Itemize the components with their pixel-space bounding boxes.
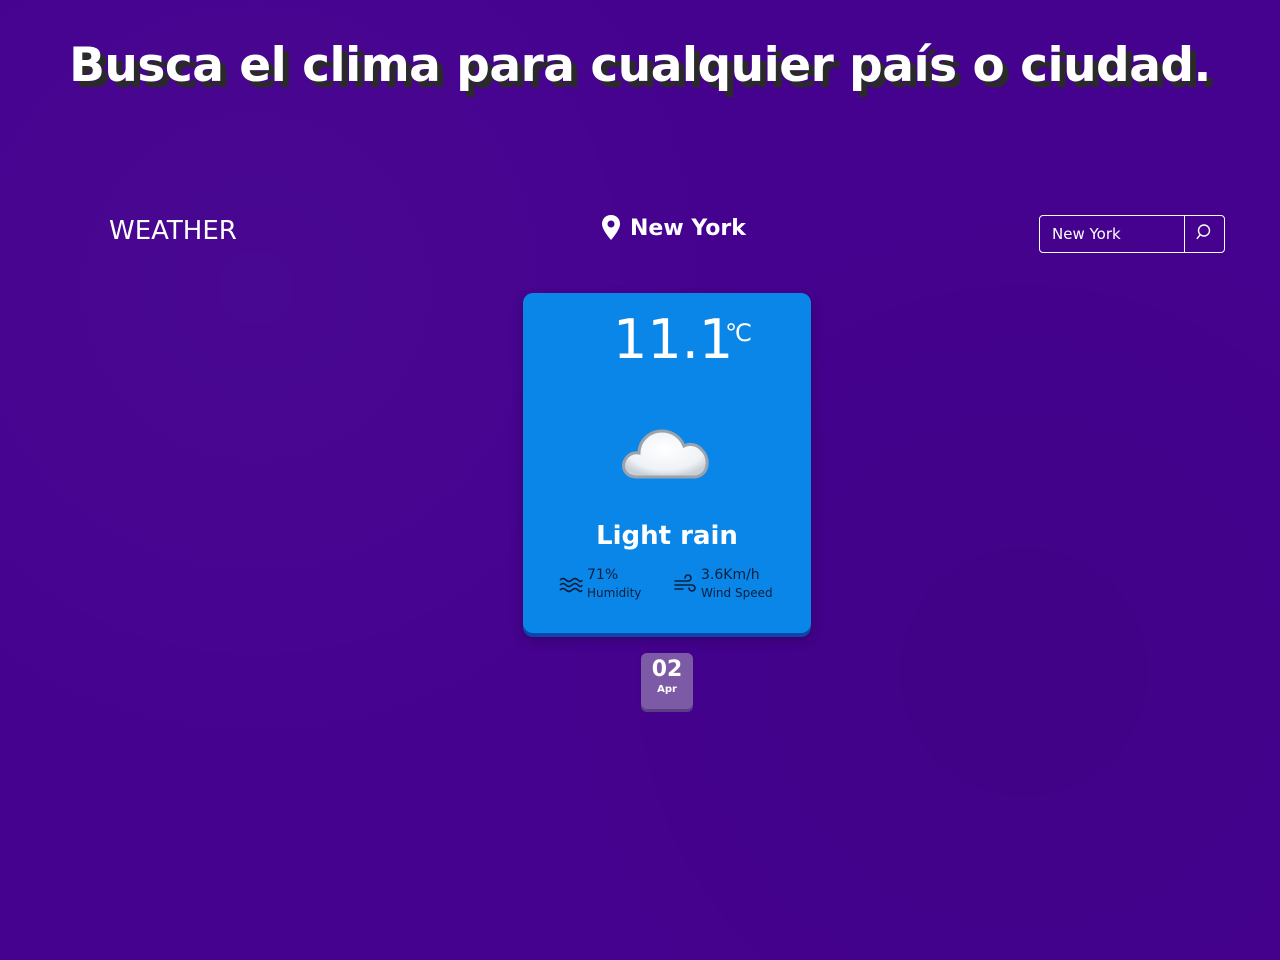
date-day: 02	[651, 657, 683, 682]
wind-value: 3.6Km/h	[701, 567, 760, 583]
page-headline: Busca el clima para cualquier país o ciu…	[69, 38, 1211, 93]
location-city-name: New York	[630, 215, 746, 241]
temperature-unit: ℃	[725, 319, 752, 347]
current-location: New York	[600, 214, 746, 242]
humidity-stat: 71% Humidity	[559, 565, 641, 603]
city-search-box	[1039, 215, 1225, 253]
humidity-value: 71%	[587, 567, 619, 583]
search-icon	[1196, 223, 1214, 245]
brand-title: WEATHER	[109, 216, 237, 246]
humidity-label: Humidity	[587, 586, 642, 601]
wind-icon	[673, 572, 697, 596]
temperature-value: 11.1	[613, 308, 734, 371]
humidity-waves-icon	[559, 572, 583, 596]
wind-stat: 3.6Km/h Wind Speed	[673, 565, 773, 603]
search-button[interactable]	[1184, 216, 1224, 252]
map-pin-icon	[600, 214, 622, 242]
weather-condition: Light rain	[596, 521, 738, 551]
date-month: Apr	[657, 684, 677, 695]
date-badge[interactable]: 02 Apr	[641, 653, 693, 709]
wind-label: Wind Speed	[701, 586, 773, 601]
weather-card: 11.1 ℃ Light rain 71% Humidity 3.6Km/h W…	[523, 293, 811, 633]
cloud-icon	[617, 415, 717, 485]
search-input[interactable]	[1040, 216, 1184, 252]
